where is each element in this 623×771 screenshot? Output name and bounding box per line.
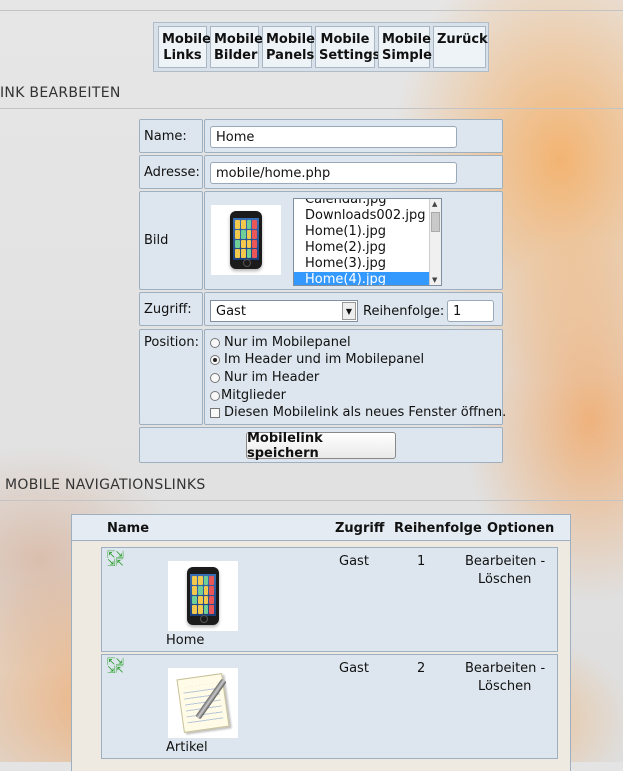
access-select[interactable]: Gast ▼ (210, 300, 358, 322)
drag-handle-icon[interactable]: ⇱⇲ ⇲⇱ (107, 658, 124, 676)
menu-mobile-panels[interactable]: Mobile Panels (262, 26, 315, 68)
menu-mobile-links[interactable]: Mobile Links (158, 26, 211, 68)
top-divider (0, 10, 623, 11)
nav-table-header: Name Zugriff Reihenfolge Optionen (71, 514, 571, 541)
radio-button[interactable] (210, 337, 220, 348)
new-window-checkbox[interactable] (210, 407, 220, 418)
table-row: ⇱⇲ ⇲⇱ Home Gast 1 Bearbeiten - Löschen (101, 547, 558, 652)
new-window-option[interactable]: Diesen Mobilelink als neues Fenster öffn… (210, 405, 506, 420)
table-row: ⇱⇲ ⇲⇱ Artikel Gast 2 Bearbeiten - Löschen (101, 654, 558, 759)
scroll-thumb[interactable] (431, 212, 440, 232)
save-mobilelink-button[interactable]: Mobilelink speichern (246, 431, 396, 461)
position-option-header-and-panel[interactable]: Im Header und im Mobilepanel (210, 352, 424, 367)
position-option-members[interactable]: Mitglieder (210, 388, 286, 403)
col-options: Optionen (487, 521, 555, 536)
menu-mobile-bilder[interactable]: Mobile Bilder (210, 26, 263, 68)
menu-mobile-settings[interactable]: Mobile Settings (315, 26, 380, 68)
menu-mobile-simple[interactable]: Mobile Simple (378, 26, 432, 68)
address-label-cell: Adresse: (139, 155, 203, 189)
image-preview (211, 205, 281, 275)
menu-back[interactable]: Zurück (433, 26, 488, 68)
row-access: Gast (339, 661, 369, 676)
row-order: 1 (417, 554, 426, 569)
image-field-cell: Calendar.jpg Downloads002.jpg Home(1).jp… (204, 191, 503, 290)
position-field-cell: Nur im Mobilepanel Im Header und im Mobi… (204, 329, 506, 425)
image-option[interactable]: Home(3).jpg (294, 256, 441, 272)
drag-handle-icon[interactable]: ⇱⇲ ⇲⇱ (107, 551, 124, 569)
image-listbox[interactable]: Calendar.jpg Downloads002.jpg Home(1).jp… (293, 198, 442, 286)
row-delete-link[interactable]: Löschen (478, 679, 531, 694)
image-label-cell: Bild (139, 191, 203, 290)
name-input[interactable]: Home (210, 126, 457, 148)
row-order: 2 (417, 661, 426, 676)
nav-divider (0, 500, 623, 501)
order-label: Reihenfolge: (363, 304, 445, 319)
position-label-cell: Position: (139, 329, 203, 425)
col-order: Reihenfolge (394, 521, 482, 536)
access-label-cell: Zugriff: (139, 292, 203, 326)
name-field-cell: Home (204, 119, 503, 153)
name-label-cell: Name: (139, 119, 203, 153)
phone-icon (187, 567, 219, 625)
image-option[interactable]: Downloads002.jpg (294, 208, 441, 224)
address-input[interactable]: mobile/home.php (210, 162, 457, 184)
image-option[interactable]: Home(1).jpg (294, 224, 441, 240)
row-edit-link[interactable]: Bearbeiten - (465, 554, 545, 569)
col-access: Zugriff (335, 521, 385, 536)
image-option-selected[interactable]: Home(4).jpg (294, 272, 441, 285)
radio-button-selected[interactable] (210, 354, 220, 365)
address-field-cell: mobile/home.php (204, 155, 503, 189)
order-input[interactable]: 1 (447, 300, 494, 322)
edit-section-title: INK BEARBEITEN (0, 85, 121, 101)
image-option[interactable]: Home(2).jpg (294, 240, 441, 256)
position-option-mobilepanel[interactable]: Nur im Mobilepanel (210, 335, 351, 350)
mobile-menu: Mobile Links Mobile Bilder Mobile Panels Mo… (153, 22, 489, 72)
chevron-down-icon[interactable]: ▼ (342, 302, 356, 320)
row-access: Gast (339, 554, 369, 569)
row-delete-link[interactable]: Löschen (478, 572, 531, 587)
position-option-header[interactable]: Nur im Header (210, 370, 319, 385)
nav-section-title: MOBILE NAVIGATIONSLINKS (5, 477, 206, 493)
row-name: Home (166, 633, 205, 648)
scroll-down-icon[interactable]: ▼ (432, 276, 437, 284)
radio-button[interactable] (210, 372, 220, 383)
listbox-scrollbar[interactable]: ▲ ▼ (429, 199, 441, 285)
row-edit-link[interactable]: Bearbeiten - (465, 661, 545, 676)
access-field-cell: Gast ▼ Reihenfolge: 1 (204, 292, 503, 326)
row-name: Artikel (166, 740, 208, 755)
row-image (168, 668, 238, 738)
radio-button[interactable] (210, 390, 220, 401)
edit-divider (0, 108, 623, 109)
phone-icon (230, 211, 262, 269)
col-name: Name (107, 521, 150, 536)
image-option[interactable]: Calendar.jpg (294, 199, 441, 208)
scroll-up-icon[interactable]: ▲ (432, 200, 437, 208)
row-image (168, 561, 238, 631)
